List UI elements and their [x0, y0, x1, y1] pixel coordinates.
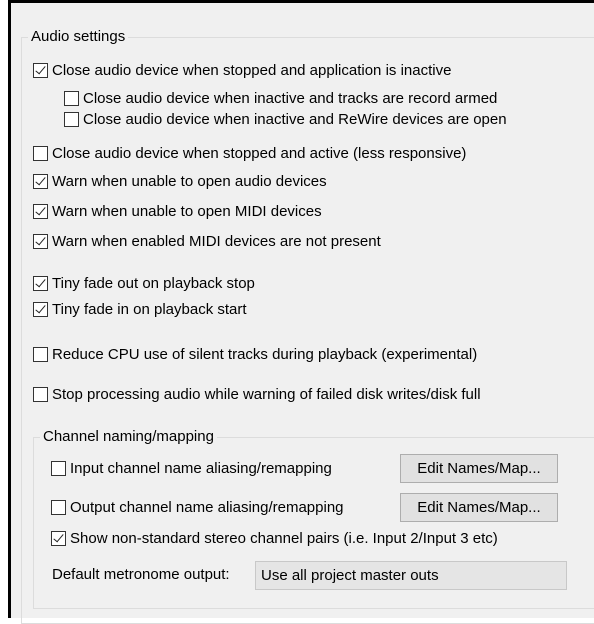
checkbox-box[interactable] [33, 346, 48, 362]
checkbox-box[interactable] [33, 145, 48, 161]
close-when-inactive-checkbox[interactable]: Close audio device when stopped and appl… [33, 60, 451, 80]
checkbox-label: Close audio device when inactive and tra… [83, 89, 498, 107]
warn-midi-devices-checkbox[interactable]: Warn when unable to open MIDI devices [33, 201, 322, 221]
checkbox-box[interactable] [51, 530, 66, 546]
close-when-stopped-active-checkbox[interactable]: Close audio device when stopped and acti… [33, 143, 466, 163]
tiny-fade-out-checkbox[interactable]: Tiny fade out on playback stop [33, 273, 255, 293]
checkbox-label: Warn when unable to open MIDI devices [52, 202, 322, 220]
warn-audio-devices-checkbox[interactable]: Warn when unable to open audio devices [33, 171, 327, 191]
preferences-panel: Audio settings Close audio device when s… [11, 3, 594, 624]
checkbox-box[interactable] [33, 173, 48, 189]
checkbox-label: Close audio device when inactive and ReW… [83, 110, 507, 128]
channel-naming-title: Channel naming/mapping [40, 428, 217, 446]
checkbox-label: Tiny fade out on playback stop [52, 274, 255, 292]
checkbox-box[interactable] [64, 111, 79, 127]
checkbox-box[interactable] [33, 203, 48, 219]
checkbox-box[interactable] [33, 62, 48, 78]
checkbox-box[interactable] [33, 275, 48, 291]
metronome-output-select[interactable]: Use all project master outs [255, 561, 567, 590]
checkbox-label: Close audio device when stopped and acti… [52, 144, 467, 162]
close-when-record-armed-checkbox[interactable]: Close audio device when inactive and tra… [64, 88, 497, 108]
checkbox-box[interactable] [51, 460, 66, 476]
checkbox-label: Stop processing audio while warning of f… [52, 385, 481, 403]
reduce-cpu-checkbox[interactable]: Reduce CPU use of silent tracks during p… [33, 344, 477, 364]
checkbox-box[interactable] [51, 499, 66, 515]
warn-midi-not-present-checkbox[interactable]: Warn when enabled MIDI devices are not p… [33, 231, 381, 251]
metronome-output-label: Default metronome output: [52, 566, 230, 583]
checkbox-label: Input channel name aliasing/remapping [70, 459, 332, 477]
close-when-rewire-open-checkbox[interactable]: Close audio device when inactive and ReW… [64, 109, 507, 129]
input-edit-names-button[interactable]: Edit Names/Map... [400, 454, 558, 483]
stereo-pairs-checkbox[interactable]: Show non-standard stereo channel pairs (… [51, 528, 498, 548]
checkbox-label: Reduce CPU use of silent tracks during p… [52, 345, 478, 363]
stop-processing-disk-full-checkbox[interactable]: Stop processing audio while warning of f… [33, 384, 481, 404]
checkbox-box[interactable] [33, 233, 48, 249]
output-edit-names-button[interactable]: Edit Names/Map... [400, 493, 558, 522]
checkbox-box[interactable] [33, 386, 48, 402]
tiny-fade-in-checkbox[interactable]: Tiny fade in on playback start [33, 299, 247, 319]
checkbox-label: Show non-standard stereo channel pairs (… [70, 529, 498, 547]
checkbox-label: Warn when enabled MIDI devices are not p… [52, 232, 381, 250]
checkbox-box[interactable] [64, 90, 79, 106]
checkbox-label: Output channel name aliasing/remapping [70, 498, 344, 516]
output-aliasing-checkbox[interactable]: Output channel name aliasing/remapping [51, 497, 344, 517]
checkbox-box[interactable] [33, 301, 48, 317]
checkbox-label: Close audio device when stopped and appl… [52, 61, 452, 79]
checkbox-label: Tiny fade in on playback start [52, 300, 247, 318]
input-aliasing-checkbox[interactable]: Input channel name aliasing/remapping [51, 458, 332, 478]
audio-settings-title: Audio settings [28, 28, 129, 46]
checkbox-label: Warn when unable to open audio devices [52, 172, 327, 190]
